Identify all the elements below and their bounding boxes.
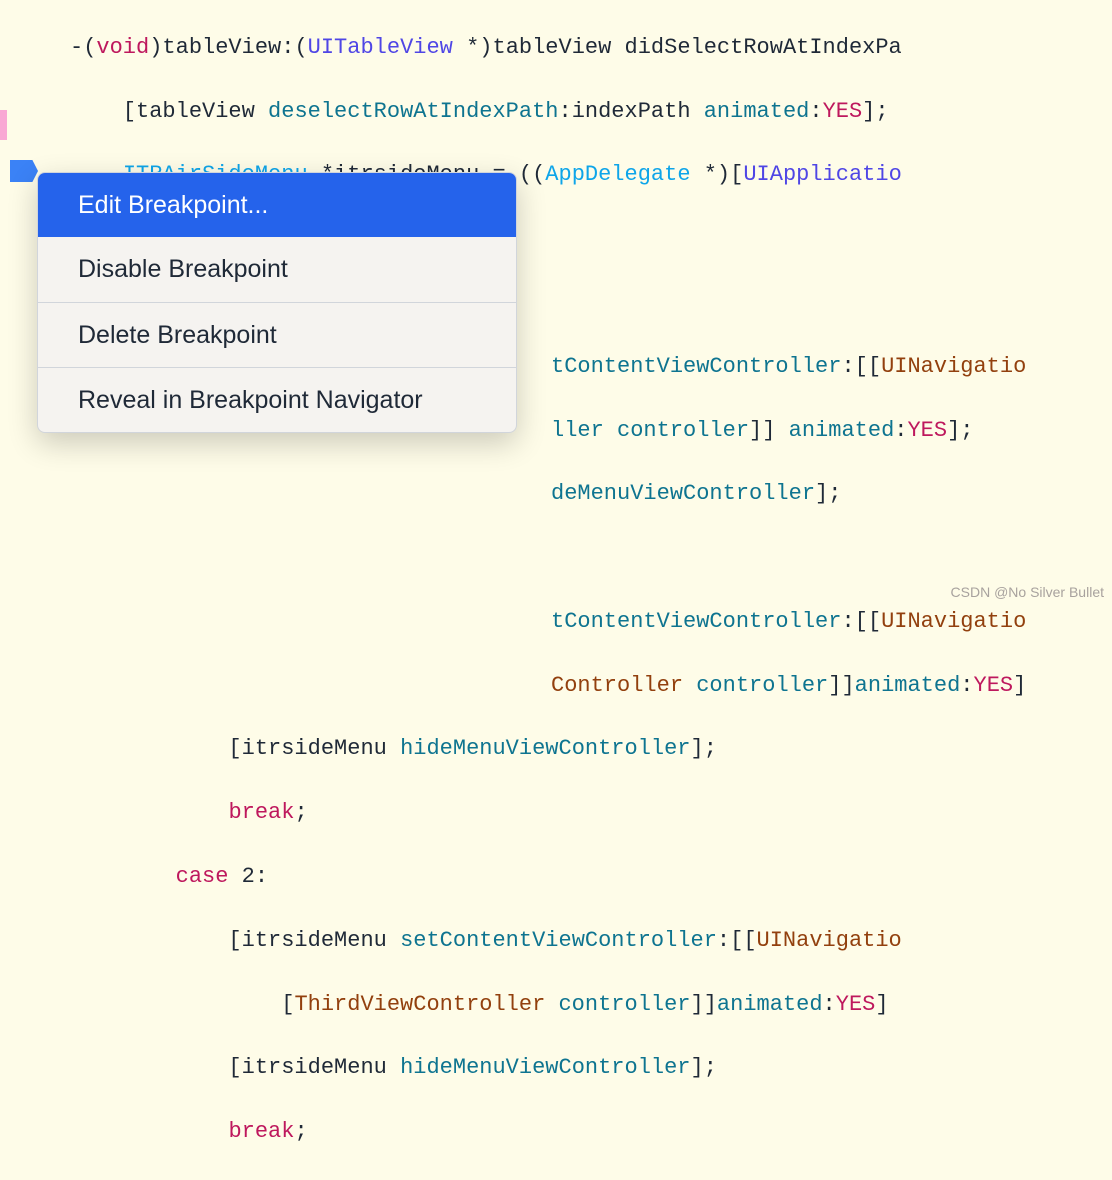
breakpoint-context-menu: Edit Breakpoint... Disable Breakpoint De… [37,172,517,433]
watermark: CSDN @No Silver Bullet [951,582,1104,602]
menu-delete-breakpoint[interactable]: Delete Breakpoint [38,303,516,367]
gutter [0,0,36,606]
menu-reveal-breakpoint[interactable]: Reveal in Breakpoint Navigator [38,368,516,432]
breakpoint-marker-icon[interactable] [10,160,38,182]
change-marker [0,110,7,140]
menu-edit-breakpoint[interactable]: Edit Breakpoint... [38,173,516,237]
menu-disable-breakpoint[interactable]: Disable Breakpoint [38,237,516,301]
